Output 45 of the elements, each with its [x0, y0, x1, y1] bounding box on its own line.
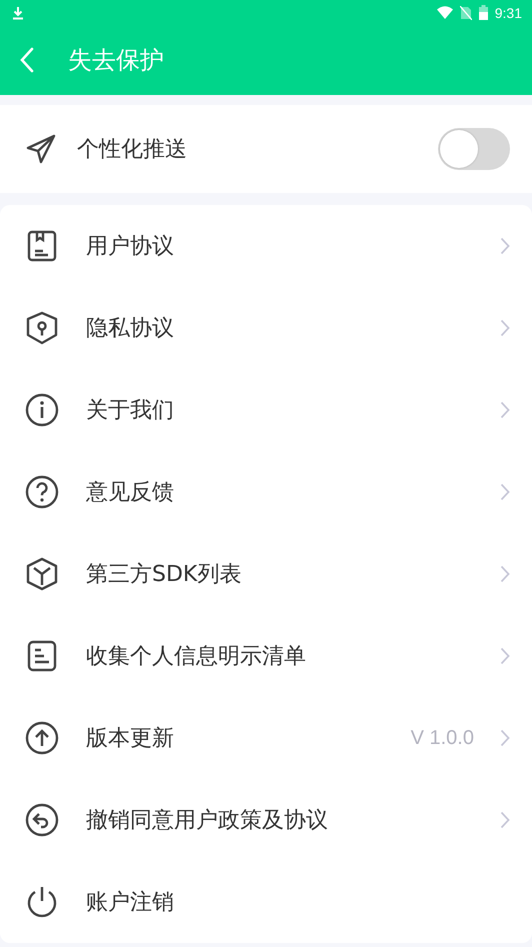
menu-item[interactable]: 收集个人信息明示清单	[0, 615, 532, 697]
menu-item[interactable]: 第三方SDK列表	[0, 533, 532, 615]
menu-label: 第三方SDK列表	[86, 561, 242, 589]
version-text: V 1.0.0	[410, 726, 474, 750]
menu-item[interactable]: 隐私协议	[0, 287, 532, 369]
battery-icon	[478, 5, 488, 20]
shield-icon	[25, 311, 59, 345]
menu-label: 用户协议	[86, 233, 175, 261]
document-icon	[25, 229, 59, 263]
menu-label: 关于我们	[86, 397, 175, 425]
no-sim-icon	[460, 6, 472, 20]
menu-item[interactable]: 账户注销	[0, 861, 532, 943]
power-icon	[25, 885, 59, 919]
wifi-icon	[436, 6, 453, 19]
menu-item[interactable]: 意见反馈	[0, 451, 532, 533]
chevron-icon	[500, 401, 510, 419]
menu-label: 账户注销	[86, 889, 175, 917]
menu-item[interactable]: 撤销同意用户政策及协议	[0, 779, 532, 861]
help-icon	[25, 475, 59, 509]
menu-item[interactable]: 用户协议	[0, 205, 532, 287]
menu-item[interactable]: 版本更新 V 1.0.0	[0, 697, 532, 779]
list-icon	[25, 639, 59, 673]
upload-icon	[25, 721, 59, 755]
menu-label: 版本更新	[86, 725, 175, 753]
cube-icon	[25, 557, 59, 591]
menu-label: 收集个人信息明示清单	[86, 643, 307, 671]
info-icon	[25, 393, 59, 427]
toggle-switch[interactable]	[438, 128, 510, 170]
paper-plane-icon	[25, 133, 57, 165]
chevron-icon	[500, 237, 510, 255]
menu-label: 意见反馈	[86, 479, 175, 507]
status-time: 9:31	[494, 4, 522, 20]
chevron-icon	[500, 319, 510, 337]
menu-label: 隐私协议	[86, 315, 175, 343]
menu-item[interactable]: 关于我们	[0, 369, 532, 451]
undo-icon	[25, 803, 59, 837]
download-icon	[12, 6, 24, 20]
menu-label: 撤销同意用户政策及协议	[86, 807, 329, 835]
chevron-icon	[500, 729, 510, 747]
chevron-icon	[500, 811, 510, 829]
chevron-icon	[500, 565, 510, 583]
chevron-icon	[500, 483, 510, 501]
chevron-icon	[500, 647, 510, 665]
setting-label: 个性化推送	[77, 136, 188, 164]
page-title: 失去保护	[68, 45, 164, 76]
